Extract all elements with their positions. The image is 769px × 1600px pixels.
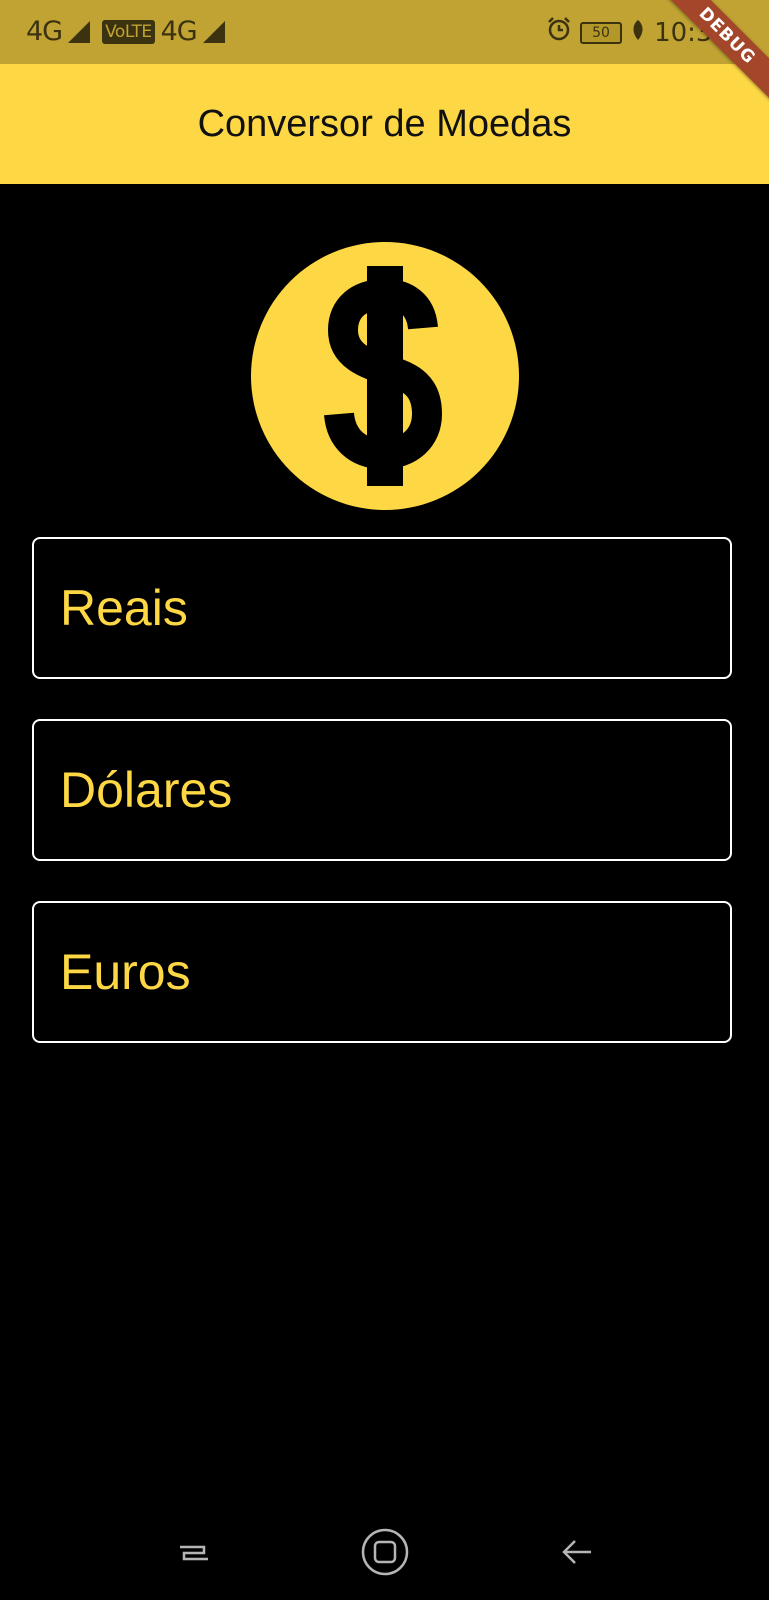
signal-icon-2 [202,20,225,43]
dollar-coin-icon [251,242,519,510]
volte-badge: VoLTE [102,19,155,44]
signal-icon [68,20,91,43]
network-type-label: 4G [26,16,63,47]
euros-label: Euros [60,944,191,1000]
euros-input[interactable]: Euros [32,901,732,1043]
home-icon[interactable] [358,1525,412,1579]
dolares-input[interactable]: Dólares [32,719,732,861]
battery-icon: 50 [580,21,623,44]
leaf-icon [630,18,646,48]
reais-input[interactable]: Reais [32,537,732,679]
status-left: 4G VoLTE 4G [26,16,231,47]
back-icon[interactable] [550,1525,604,1579]
reais-label: Reais [60,580,188,636]
network-type-label-2: 4G [160,16,198,47]
app-bar: Conversor de Moedas [0,64,769,184]
status-bar: 4G VoLTE 4G 50 10:34 DEBUG [0,0,769,103]
navigation-bar [0,1500,769,1600]
dolares-label: Dólares [60,762,233,818]
alarm-icon [546,16,572,49]
recent-apps-icon[interactable] [166,1525,220,1579]
page-title: Conversor de Moedas [197,102,572,145]
